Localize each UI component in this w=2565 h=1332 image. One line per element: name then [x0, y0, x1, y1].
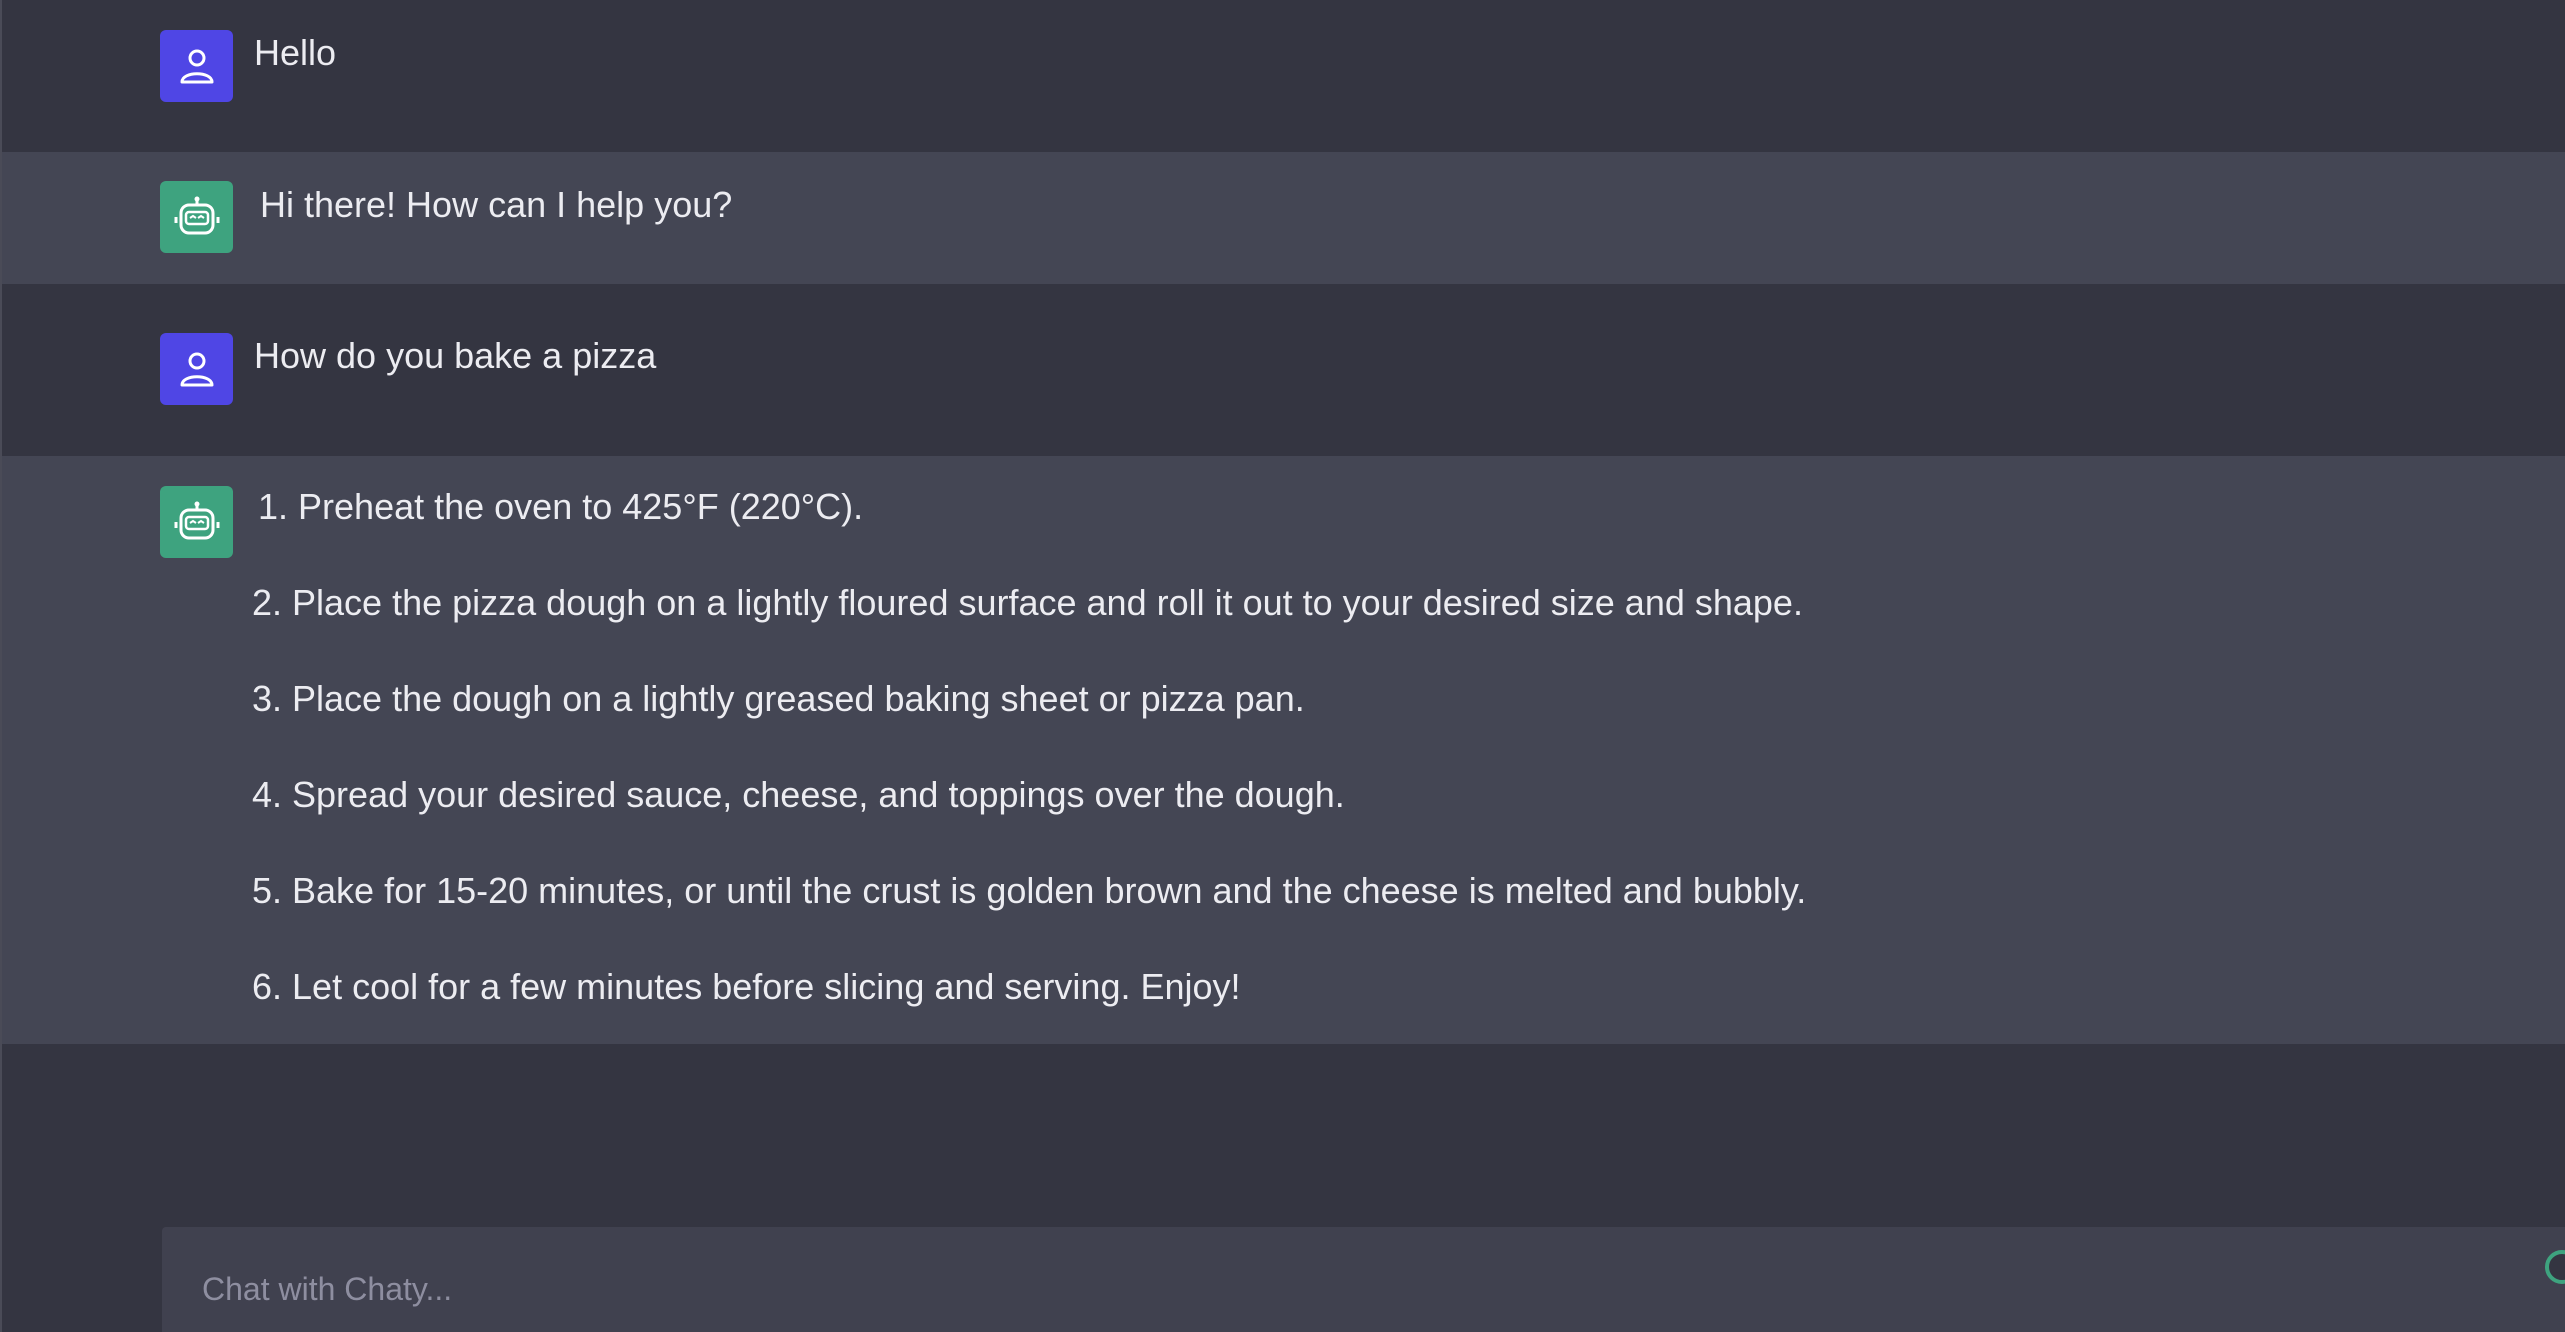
chat-input[interactable]	[162, 1227, 2565, 1332]
message-text: Hi there! How can I help you?	[260, 184, 733, 225]
list-item: 6. Let cool for a few minutes before sli…	[252, 966, 1241, 1007]
user-icon	[180, 352, 213, 387]
list-item: 1. Preheat the oven to 425°F (220°C).	[258, 486, 864, 527]
robot-icon	[174, 501, 219, 540]
message-text: Hello	[254, 32, 337, 73]
assistant-message: 1. Preheat the oven to 425°F (220°C). 2.…	[2, 456, 2565, 1044]
list-item: 3. Place the dough on a lightly greased …	[252, 678, 1305, 719]
assistant-message: Hi there! How can I help you?	[2, 152, 2565, 284]
user-message: Hello	[2, 0, 2565, 152]
list-item: 2. Place the pizza dough on a lightly fl…	[252, 582, 1803, 623]
list-item: 4. Spread your desired sauce, cheese, an…	[252, 774, 1345, 815]
message-text: How do you bake a pizza	[254, 335, 657, 376]
user-message: How do you bake a pizza	[2, 284, 2565, 456]
user-icon	[180, 49, 213, 84]
assistant-avatar	[160, 486, 233, 558]
chat-composer	[162, 1227, 2565, 1332]
user-avatar	[160, 333, 233, 405]
assistant-avatar	[160, 181, 233, 253]
chat-app: Hello Hi there! How can I help you? How …	[0, 0, 2565, 1332]
robot-icon	[174, 196, 219, 235]
list-item: 5. Bake for 15-20 minutes, or until the …	[252, 870, 1807, 911]
user-avatar	[160, 30, 233, 102]
message-steps-list: 1. Preheat the oven to 425°F (220°C). 2.…	[252, 485, 1806, 1061]
